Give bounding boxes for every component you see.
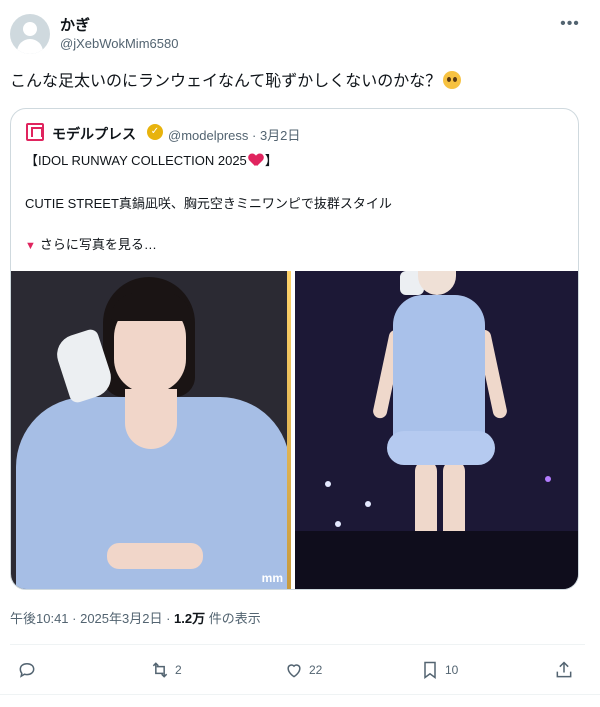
handle[interactable]: @jXebWokMim6580	[60, 36, 178, 51]
verified-badge-icon: ✓	[147, 124, 163, 140]
tweet-text-content: こんな足太いのにランウェイなんて恥ずかしくないのかな？	[10, 73, 442, 90]
photo-watermark: mm	[261, 571, 283, 585]
photo-runway[interactable]	[295, 271, 578, 589]
more-options-icon[interactable]: •••	[558, 12, 582, 36]
bookmark-count: 10	[445, 663, 459, 677]
pleading-face-emoji-icon	[443, 71, 462, 89]
quote-author-meta: @modelpress · 3月2日	[168, 128, 301, 143]
tweet: かぎ @jXebWokMim6580 ••• こんな足太いのにランウェイなんて恥…	[0, 0, 600, 707]
like-count: 22	[309, 663, 323, 677]
down-triangle-icon: ▼	[25, 240, 36, 252]
quoted-tweet-card[interactable]: モデルプレス ✓ @modelpress · 3月2日 【IDOL RUNWAY…	[10, 108, 579, 590]
see-more-photos-link[interactable]: ▼ さらに写真を見る…	[25, 234, 157, 253]
heart-emoji-icon	[249, 154, 263, 167]
quote-body: CUTIE STREET真鍋凪咲、胸元空きミニワンピで抜群スタイル	[25, 196, 392, 211]
modelpress-logo-icon	[26, 123, 44, 141]
reply-button[interactable]	[17, 655, 42, 685]
bookmark-button[interactable]: 10	[420, 655, 458, 685]
quote-author-name: モデルプレス	[52, 126, 136, 142]
avatar[interactable]	[10, 14, 50, 54]
retweet-button[interactable]: 2	[150, 655, 182, 685]
quote-title-prefix: 【IDOL RUNWAY COLLECTION 2025	[25, 153, 247, 168]
photo-closeup[interactable]: mm	[11, 271, 293, 589]
share-button[interactable]	[554, 655, 579, 685]
quote-title: 【IDOL RUNWAY COLLECTION 2025 】	[25, 150, 278, 169]
view-label: 件の表示	[205, 611, 261, 626]
share-icon	[556, 661, 572, 678]
retweet-icon	[152, 662, 168, 678]
tweet-timestamp[interactable]: 午後10:41 · 2025年3月2日 · 1.2万 件の表示	[10, 608, 261, 627]
see-more-label: さらに写真を見る…	[39, 237, 157, 252]
like-button[interactable]: 22	[284, 655, 322, 685]
heart-icon	[287, 664, 301, 678]
display-name[interactable]: かぎ	[60, 14, 90, 35]
time-date: 午後10:41 · 2025年3月2日 ·	[10, 611, 175, 626]
tweet-text: こんな足太いのにランウェイなんて恥ずかしくないのかな？	[10, 70, 585, 94]
retweet-count: 2	[175, 663, 182, 677]
reply-icon	[19, 662, 35, 678]
action-bar: 2 22 10	[0, 655, 600, 685]
bookmark-icon	[424, 661, 436, 679]
divider	[10, 644, 585, 645]
divider	[0, 694, 600, 695]
quote-title-suffix: 】	[264, 153, 278, 168]
view-count: 1.2万	[174, 611, 206, 626]
